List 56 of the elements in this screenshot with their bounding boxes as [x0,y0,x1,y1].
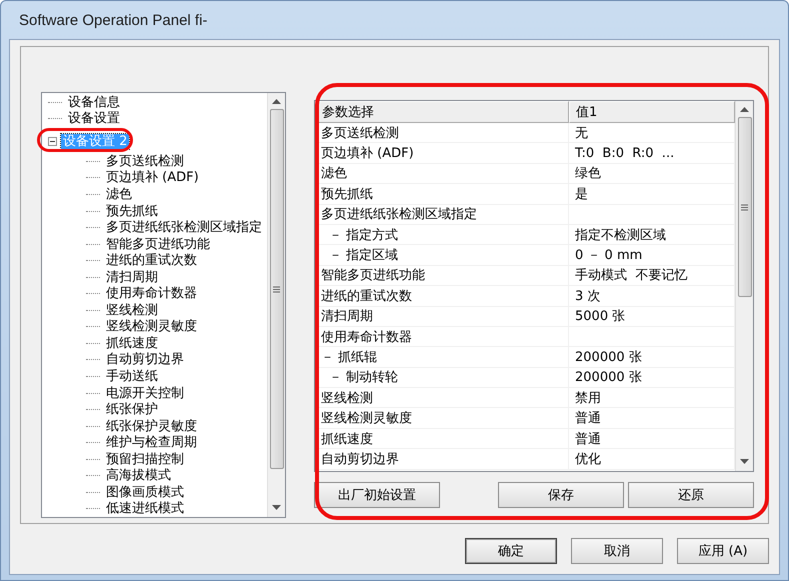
cancel-button[interactable]: 取消 [571,538,663,564]
table-cell: 使用寿命计数器 [315,326,569,346]
tree-item[interactable]: 设备设置 [66,111,122,126]
scroll-up-arrow-icon[interactable] [740,107,749,113]
tree-item[interactable]: 电源开关控制 [104,386,186,401]
scroll-down-arrow-icon[interactable] [740,459,749,465]
tree-item[interactable]: 自动剪切边界 [104,352,186,368]
table-cell: 滤色 [315,164,569,184]
scroll-down-arrow-icon[interactable] [272,505,281,511]
tree-item[interactable]: 维护与检查周期 [104,435,199,450]
table-cell: 进纸的重试次数 [315,286,569,306]
factory-reset-button[interactable]: 出厂初始设置 [314,482,440,508]
tree-item[interactable]: 页边填补 (ADF) [104,170,201,186]
tree-item[interactable]: 纸张保护灵敏度 [104,418,199,434]
tree-item[interactable]: 进纸的重试次数 [104,253,199,268]
tree-item[interactable]: 使用寿命计数器 [104,286,199,302]
apply-button[interactable]: 应用 (A) [677,538,769,564]
tree-item[interactable]: 滤色 [104,186,134,202]
table-cell: 抓纸速度 [315,428,569,448]
table-cell: － 指定区域 [315,245,569,265]
table-cell: 多页进纸纸张检测区域指定 [315,204,569,224]
tree-item[interactable]: 多页送纸检测 [104,154,186,169]
table-cell: 页边填补 (ADF) [315,143,569,163]
table-cell: 自动剪切边界 [315,449,569,469]
tree-item[interactable]: 清扫周期 [104,270,160,285]
table-cell: － 指定方式 [315,224,569,244]
table-cell: 竖线检测灵敏度 [315,408,569,428]
tree-item[interactable]: 智能多页进纸功能 [104,236,212,252]
tree-item[interactable]: 图像画质模式 [104,484,186,500]
tree-item[interactable]: 竖线检测 [104,302,160,318]
tree-item[interactable]: 高海拔模式 [104,468,173,484]
column-header[interactable]: 值1 [569,101,735,123]
save-button[interactable]: 保存 [498,482,624,508]
scroll-up-arrow-icon[interactable] [272,99,281,105]
tree-item[interactable]: 抓纸速度 [104,336,160,351]
scrollbar-thumb[interactable] [738,117,752,297]
collapse-toggle-icon[interactable] [48,136,57,146]
restore-button[interactable]: 还原 [628,482,754,508]
tree-item[interactable]: 设备信息 [66,94,122,110]
table-cell: 预先抓纸 [315,184,569,204]
ok-button[interactable]: 确定 [465,538,557,564]
tree-item[interactable]: 低速进纸模式 [104,501,186,516]
table-cell: 竖线检测 [315,388,569,408]
scrollbar-thumb[interactable] [270,109,284,469]
window-title: Software Operation Panel fi- [19,12,208,28]
tree-item[interactable]: 多页进纸纸张检测区域指定 [104,220,264,236]
table-cell: 多页送纸检测 [315,123,569,142]
table-cell: 清扫周期 [315,306,569,326]
table-cell: － 抓纸辊 [315,347,569,367]
tree-item[interactable]: 手动送纸 [104,368,160,384]
table-cell: － 制动转轮 [315,368,569,388]
tree-item[interactable]: 纸张保护 [104,402,160,418]
tree-item[interactable]: 预先抓纸 [104,204,160,218]
tree-item[interactable]: 预留扫描控制 [104,452,186,467]
table-cell: 智能多页进纸功能 [315,266,569,286]
tree-item[interactable]: 竖线检测灵敏度 [104,319,199,334]
